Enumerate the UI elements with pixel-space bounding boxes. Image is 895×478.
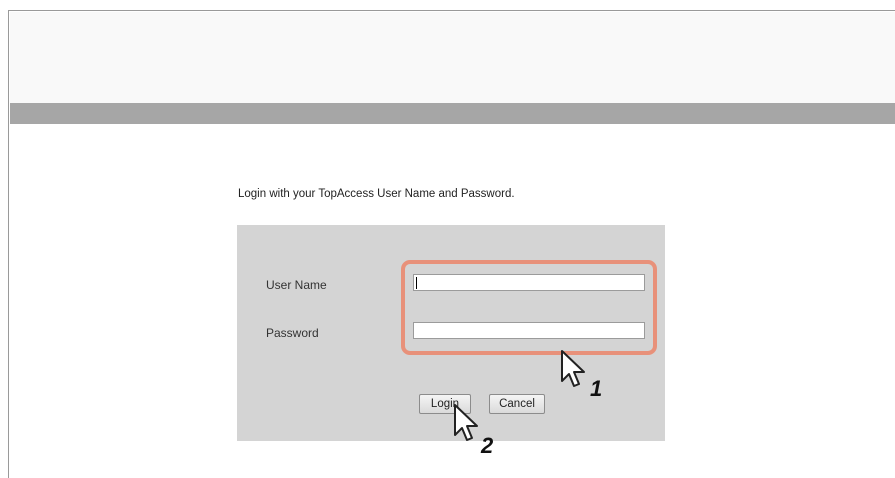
login-button[interactable]: Login — [419, 394, 471, 414]
cancel-button[interactable]: Cancel — [489, 394, 545, 414]
page-header — [10, 12, 895, 104]
user-name-label: User Name — [266, 278, 327, 292]
login-panel: User Name Password Login Cancel — [237, 225, 665, 441]
input-fields-highlight — [401, 260, 657, 355]
password-label: Password — [266, 326, 319, 340]
page-frame: Login with your TopAccess User Name and … — [8, 10, 895, 478]
header-bar — [10, 103, 895, 124]
login-instruction: Login with your TopAccess User Name and … — [238, 188, 515, 200]
